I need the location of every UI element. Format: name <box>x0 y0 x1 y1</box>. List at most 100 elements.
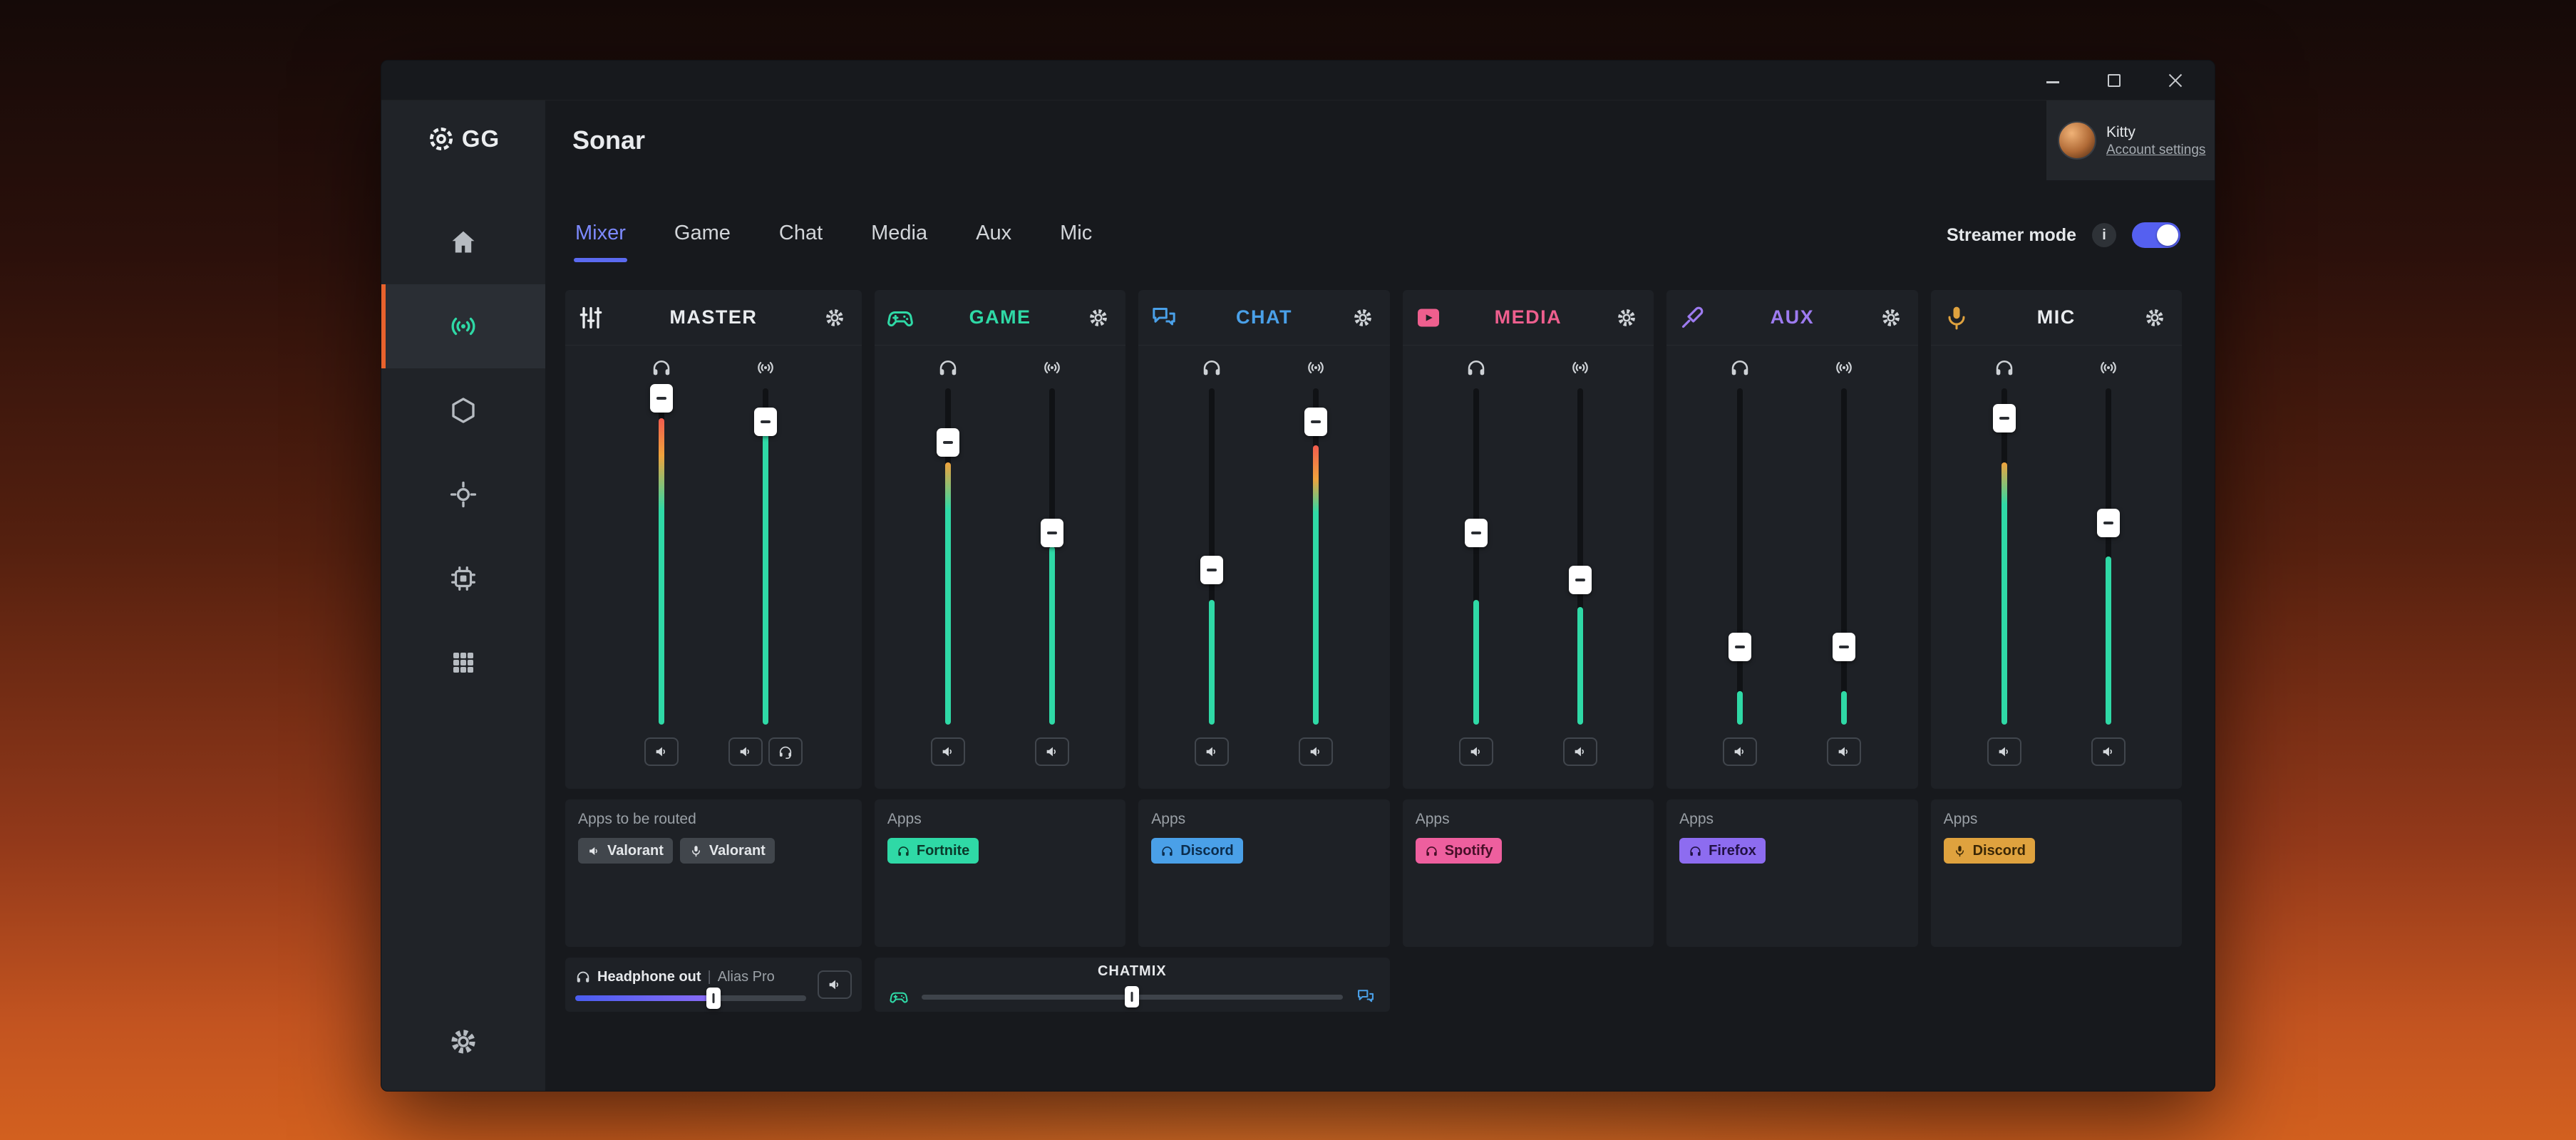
slider-handle[interactable] <box>650 384 673 413</box>
speaker-icon <box>1204 744 1220 760</box>
sidebar-item-apps[interactable] <box>381 621 545 705</box>
tab-aux[interactable]: Aux <box>974 209 1013 262</box>
aux-headphone-volume-slider[interactable] <box>1729 388 1751 725</box>
streamer-mode-group: Streamer mode i <box>1947 222 2180 248</box>
channel-settings-button[interactable] <box>1083 302 1114 333</box>
channel-settings-button[interactable] <box>2139 302 2170 333</box>
slider-track <box>1737 388 1743 725</box>
aux-icon <box>1678 304 1706 332</box>
master-stream-mute-button[interactable] <box>728 737 763 766</box>
slider-handle[interactable] <box>1304 408 1327 436</box>
speaker-icon <box>1732 744 1748 760</box>
account-settings-link[interactable]: Account settings <box>2106 142 2205 158</box>
apps-label: Apps <box>1679 811 1905 828</box>
tab-media[interactable]: Media <box>870 209 929 262</box>
slider-handle[interactable] <box>1833 633 1855 661</box>
mic-stream-mute-button[interactable] <box>2091 737 2126 766</box>
channel-settings-button[interactable] <box>819 302 850 333</box>
app-chip-firefox[interactable]: Firefox <box>1679 838 1766 864</box>
master-sidetone-button[interactable] <box>768 737 803 766</box>
headphones-icon <box>1160 844 1174 858</box>
media-stream-volume-slider[interactable] <box>1569 388 1592 725</box>
channel-settings-button[interactable] <box>1611 302 1642 333</box>
slider-handle[interactable] <box>1200 556 1223 584</box>
app-chip-discord[interactable]: Discord <box>1151 838 1242 864</box>
slider-handle[interactable] <box>1993 404 2016 432</box>
sidebar: GG <box>381 100 545 1091</box>
sidebar-item-settings[interactable] <box>448 1027 478 1057</box>
headphone-out-mute-button[interactable] <box>818 970 852 999</box>
media-stream-mute-button[interactable] <box>1563 737 1597 766</box>
sidebar-nav <box>381 200 545 705</box>
gamepad-icon <box>886 304 915 332</box>
slider-handle[interactable] <box>937 428 959 457</box>
master-headphone-volume-slider[interactable] <box>650 388 673 725</box>
apps-panel-master: Apps to be routedValorantValorant <box>565 799 862 947</box>
chat-headphone-volume-slider[interactable] <box>1200 388 1223 725</box>
chat-stream-volume-slider[interactable] <box>1304 388 1327 725</box>
chat-headphone-mute-button[interactable] <box>1195 737 1229 766</box>
aux-stream-volume-slider[interactable] <box>1833 388 1855 725</box>
aux-headphone-mute-button[interactable] <box>1723 737 1757 766</box>
tab-chat[interactable]: Chat <box>778 209 824 262</box>
slider-handle[interactable] <box>1729 633 1751 661</box>
app-chip-valorant[interactable]: Valorant <box>680 838 775 864</box>
minimize-button[interactable] <box>2044 71 2062 90</box>
sidebar-item-home[interactable] <box>381 200 545 284</box>
sonar-icon <box>448 311 478 341</box>
app-chip-spotify[interactable]: Spotify <box>1416 838 1503 864</box>
channel-panel-mic: MIC <box>1931 290 2182 789</box>
sidebar-item-moments[interactable] <box>381 452 545 537</box>
game-stream-mute-button[interactable] <box>1035 737 1069 766</box>
sidebar-item-sonar[interactable] <box>381 284 545 368</box>
close-button[interactable] <box>2166 71 2185 90</box>
mic-headphone-volume-slider[interactable] <box>1993 388 2016 725</box>
gear-icon <box>1880 307 1902 328</box>
mic-icon <box>1942 304 1971 332</box>
chat-stream-mute-button[interactable] <box>1299 737 1333 766</box>
tab-game[interactable]: Game <box>673 209 732 262</box>
slider-handle[interactable] <box>1041 519 1063 547</box>
game-headphone-mute-button[interactable] <box>931 737 965 766</box>
app-chip-discord[interactable]: Discord <box>1944 838 2035 864</box>
speaker-icon <box>654 744 669 760</box>
game-headphone-volume-slider[interactable] <box>937 388 959 725</box>
media-headphone-mute-button[interactable] <box>1459 737 1493 766</box>
sidebar-item-hardware[interactable] <box>381 537 545 621</box>
sidebar-item-engine[interactable] <box>381 368 545 452</box>
slider-handle[interactable] <box>1569 566 1592 594</box>
tab-mixer[interactable]: Mixer <box>574 209 627 262</box>
slider-fill <box>575 995 713 1001</box>
mic-headphone-mute-button[interactable] <box>1987 737 2021 766</box>
game-stream-volume-slider[interactable] <box>1041 388 1063 725</box>
master-headphone-mute-button[interactable] <box>644 737 679 766</box>
avatar[interactable] <box>2058 121 2096 160</box>
tabs-row: Mixer Game Chat Media Aux Mic Streamer m… <box>545 180 2215 290</box>
aux-stream-mute-button[interactable] <box>1827 737 1861 766</box>
level-meter <box>763 432 768 725</box>
chatmix-handle[interactable] <box>1125 986 1139 1007</box>
app-chip-fortnite[interactable]: Fortnite <box>887 838 979 864</box>
headphone-out-slider[interactable] <box>575 995 806 1001</box>
slider-handle[interactable] <box>754 408 777 436</box>
tab-mic[interactable]: Mic <box>1058 209 1093 262</box>
chatmix-slider[interactable] <box>922 995 1343 1000</box>
media-headphone-volume-slider[interactable] <box>1465 388 1488 725</box>
headphones-icon <box>1994 357 2015 378</box>
user-box[interactable]: Kitty Account settings <box>2046 100 2215 180</box>
logo-text: GG <box>462 125 500 152</box>
main-area: Sonar Kitty Account settings Mixer Game … <box>545 100 2215 1091</box>
app-window: GG <box>381 60 2215 1092</box>
master-stream-volume-slider[interactable] <box>754 388 777 725</box>
gear-icon <box>824 307 845 328</box>
slider-handle[interactable] <box>706 988 721 1009</box>
streamer-mode-toggle[interactable] <box>2132 222 2180 248</box>
info-icon[interactable]: i <box>2092 223 2116 247</box>
mic-stream-volume-slider[interactable] <box>2097 388 2120 725</box>
slider-handle[interactable] <box>2097 509 2120 537</box>
channel-settings-button[interactable] <box>1347 302 1379 333</box>
slider-handle[interactable] <box>1465 519 1488 547</box>
app-chip-valorant[interactable]: Valorant <box>578 838 673 864</box>
maximize-button[interactable] <box>2105 71 2123 90</box>
channel-settings-button[interactable] <box>1875 302 1907 333</box>
